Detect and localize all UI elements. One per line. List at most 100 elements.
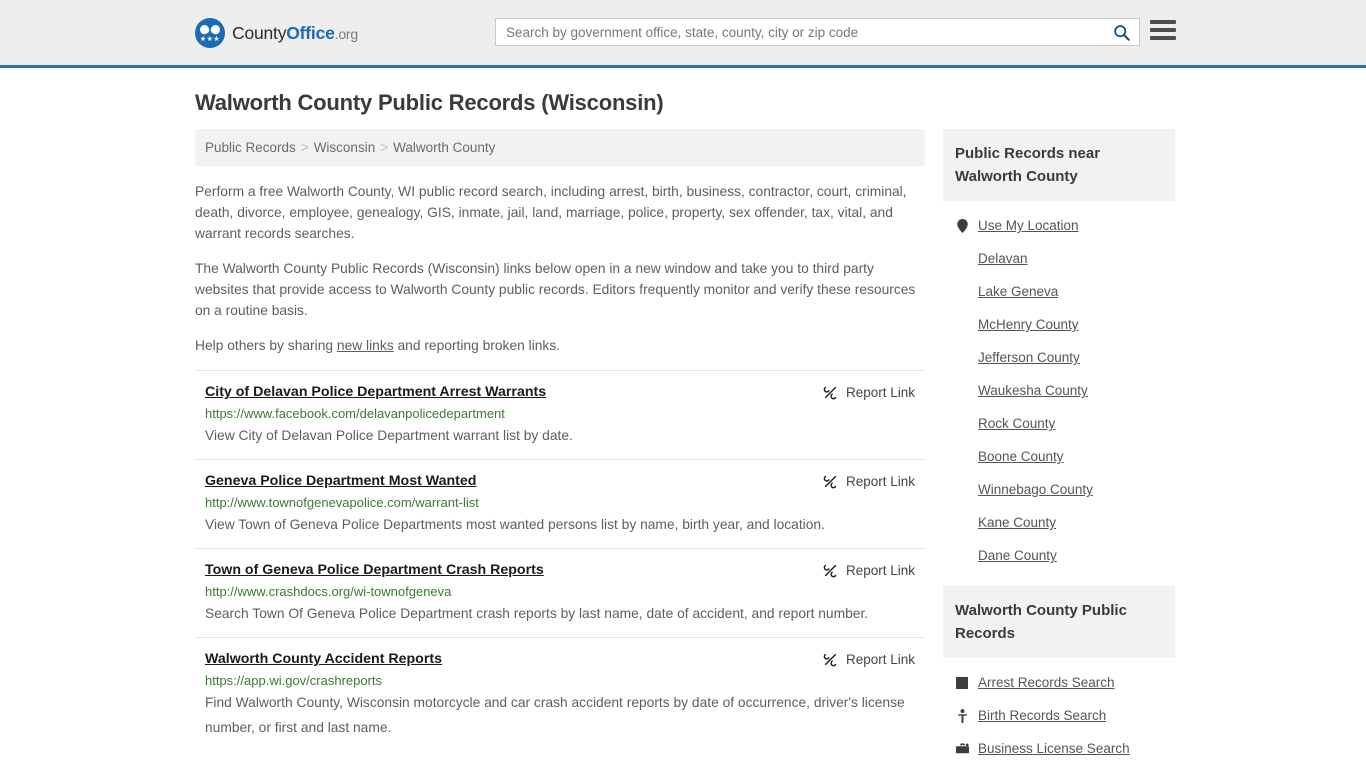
breadcrumb-item[interactable]: Wisconsin [314, 140, 376, 155]
intro-p3-pre: Help others by sharing [195, 338, 337, 353]
hamburger-bar [1150, 36, 1176, 40]
sidebar-records-box: Walworth County Public Records Arrest Re… [943, 586, 1175, 765]
sidebar-link[interactable]: Winnebago County [955, 473, 1163, 506]
result-description: Find Walworth County, Wisconsin motorcyc… [205, 695, 905, 735]
hamburger-bar [1150, 28, 1176, 32]
sidebar-link-label: Boone County [978, 449, 1064, 464]
sidebar-link-label: Winnebago County [978, 482, 1093, 497]
sidebar-link-label: Rock County [978, 416, 1056, 431]
results-list: City of Delavan Police Department Arrest… [195, 370, 925, 751]
result-description: View City of Delavan Police Department w… [205, 428, 573, 443]
eagle-logo-icon: ★★★ [195, 18, 225, 48]
sidebar-link-label: Lake Geneva [978, 284, 1059, 299]
sidebar-link[interactable]: Kane County [955, 506, 1163, 539]
brand-part-office: Office [286, 22, 335, 43]
result-header: Town of Geneva Police Department Crash R… [205, 562, 915, 578]
sidebar-link[interactable]: Delavan [955, 242, 1163, 275]
broken-link-icon [823, 475, 837, 489]
sidebar-link[interactable]: Jefferson County [955, 341, 1163, 374]
result-description: View Town of Geneva Police Departments m… [205, 517, 825, 532]
sidebar-link-label: Birth Records Search [978, 708, 1107, 723]
result-title-link[interactable]: Walworth County Accident Reports [205, 651, 442, 667]
breadcrumb-separator: > [380, 140, 389, 155]
sidebar-link[interactable]: Use My Location [955, 209, 1163, 242]
broken-link-icon [823, 653, 837, 667]
breadcrumb-separator: > [300, 140, 309, 155]
sidebar-nearby-links: Use My Location Delavan Lake Geneva McHenry… [943, 201, 1175, 572]
report-link-label: Report Link [845, 563, 915, 578]
result-url[interactable]: http://www.townofgenevapolice.com/warran… [205, 495, 915, 510]
intro-paragraph-2: The Walworth County Public Records (Wisc… [195, 261, 916, 318]
page-container: Walworth County Public Records (Wisconsi… [0, 90, 1366, 768]
result-item: Town of Geneva Police Department Crash R… [195, 548, 925, 637]
broken-link-icon [823, 386, 837, 400]
briefcase-icon [955, 742, 969, 755]
intro-section: Perform a free Walworth County, WI publi… [195, 181, 925, 356]
intro-p3-post: and reporting broken links. [393, 338, 561, 353]
hamburger-bar [1150, 20, 1176, 24]
result-item: City of Delavan Police Department Arrest… [195, 370, 925, 459]
result-header: Walworth County Accident Reports Report L… [205, 651, 915, 667]
result-title-link[interactable]: Town of Geneva Police Department Crash R… [205, 562, 544, 578]
sidebar-records-heading: Walworth County Public Records [943, 586, 1175, 658]
site-header: ★★★ CountyOffice.org [0, 0, 1366, 68]
content-layout: Public Records > Wisconsin > Walworth County… [195, 129, 1175, 768]
search-button[interactable] [1103, 19, 1139, 45]
sidebar-link-label: Dane County [978, 548, 1057, 563]
sidebar-link[interactable]: Business License Search [955, 732, 1163, 765]
result-item: Geneva Police Department Most Wanted Repo… [195, 459, 925, 548]
breadcrumb-item[interactable]: Walworth County [393, 140, 495, 155]
result-url[interactable]: http://www.crashdocs.org/wi-townofgeneva [205, 584, 915, 599]
sidebar-link[interactable]: Birth Records Search [955, 699, 1163, 732]
sidebar-link[interactable]: McHenry County [955, 308, 1163, 341]
result-header: City of Delavan Police Department Arrest… [205, 384, 915, 400]
sidebar-link[interactable]: Arrest Records Search [955, 666, 1163, 699]
main-column: Public Records > Wisconsin > Walworth County… [195, 129, 925, 751]
sidebar-link-label: Delavan [978, 251, 1028, 266]
map-pin-icon [955, 218, 969, 233]
result-title-link[interactable]: City of Delavan Police Department Arrest… [205, 384, 546, 400]
baby-icon [955, 708, 969, 723]
sidebar-link[interactable]: Lake Geneva [955, 275, 1163, 308]
fingerprint-icon [955, 676, 969, 689]
result-header: Geneva Police Department Most Wanted Repo… [205, 473, 915, 489]
result-url[interactable]: https://www.facebook.com/delavanpolicede… [205, 406, 915, 421]
breadcrumb: Public Records > Wisconsin > Walworth County [195, 129, 925, 166]
report-link-button[interactable]: Report Link [823, 562, 915, 578]
search-icon [1113, 24, 1130, 41]
sidebar-link[interactable]: Boone County [955, 440, 1163, 473]
sidebar-link-label: Business License Search [978, 741, 1130, 756]
result-url[interactable]: https://app.wi.gov/crashreports [205, 673, 915, 688]
logo-stars: ★★★ [199, 36, 221, 43]
intro-paragraph-1: Perform a free Walworth County, WI publi… [195, 184, 907, 241]
sidebar-link-label: Kane County [978, 515, 1057, 530]
sidebar-link[interactable]: Rock County [955, 407, 1163, 440]
sidebar-link-label: McHenry County [978, 317, 1079, 332]
breadcrumb-item[interactable]: Public Records [205, 140, 296, 155]
sidebar-nearby-heading: Public Records near Walworth County [943, 129, 1175, 201]
sidebar-link[interactable]: Dane County [955, 539, 1163, 572]
sidebar: Public Records near Walworth County Use … [943, 129, 1175, 768]
intro-paragraph-3: Help others by sharing new links and rep… [195, 335, 925, 356]
brand-part-org: .org [334, 25, 359, 42]
sidebar-link[interactable]: Waukesha County [955, 374, 1163, 407]
new-links-link[interactable]: new links [337, 338, 394, 353]
broken-link-icon [823, 564, 837, 578]
site-logo[interactable]: ★★★ CountyOffice.org [195, 18, 358, 48]
brand-text: CountyOffice.org [232, 23, 358, 44]
sidebar-link-label: Arrest Records Search [978, 675, 1115, 690]
search-bar [495, 18, 1140, 46]
result-title-link[interactable]: Geneva Police Department Most Wanted [205, 473, 476, 489]
brand-part-county: County [232, 22, 287, 43]
report-link-label: Report Link [845, 652, 915, 667]
search-input[interactable] [496, 19, 1103, 45]
hamburger-menu-icon[interactable] [1150, 18, 1176, 42]
result-item: Walworth County Accident Reports Report L… [195, 637, 925, 751]
sidebar-link-label: Jefferson County [978, 350, 1080, 365]
report-link-label: Report Link [845, 474, 915, 489]
sidebar-records-links: Arrest Records Search Birth Records Searc… [943, 658, 1175, 765]
report-link-button[interactable]: Report Link [823, 651, 915, 667]
report-link-button[interactable]: Report Link [823, 384, 915, 400]
sidebar-link-label: Waukesha County [978, 383, 1088, 398]
report-link-button[interactable]: Report Link [823, 473, 915, 489]
